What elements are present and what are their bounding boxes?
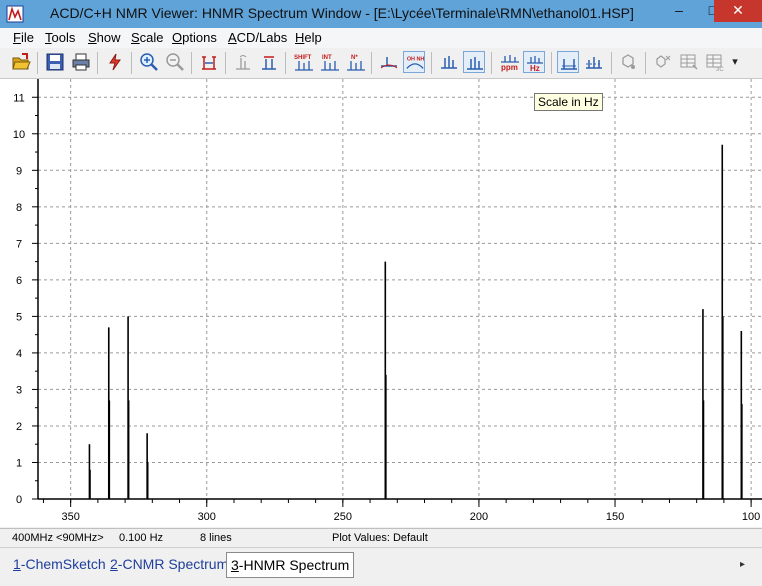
svg-text:OH NH: OH NH: [407, 56, 425, 62]
toolbar-separator: [371, 52, 372, 74]
tab-hnmr-spectrum[interactable]: 3-HNMR Spectrum: [226, 552, 355, 578]
nmr-viewer-window: ACD/C+H NMR Viewer: HNMR Spectrum Window…: [0, 0, 762, 586]
integral-icon[interactable]: [232, 51, 254, 73]
y-tick-label: 11: [13, 92, 24, 104]
y-tick-label: 6: [16, 275, 22, 287]
menu-options[interactable]: Options: [172, 30, 217, 45]
y-tick-label: 4: [16, 348, 22, 360]
int-label-icon[interactable]: INT: [318, 51, 340, 73]
status-frequency: 400MHz <90MHz>: [12, 532, 104, 544]
y-tick-label: 3: [16, 384, 22, 396]
toolbar-separator: [285, 52, 286, 74]
nh-label-icon[interactable]: N*: [344, 51, 366, 73]
peaks-icon[interactable]: [438, 51, 460, 73]
tab-number: 3: [231, 557, 239, 573]
status-plot-values: Plot Values: Default: [332, 532, 428, 544]
shift-label-icon[interactable]: SHIFT: [292, 51, 314, 73]
save-icon[interactable]: [44, 51, 66, 73]
title-bar[interactable]: ACD/C+H NMR Viewer: HNMR Spectrum Window…: [0, 0, 762, 28]
hz-scale-icon[interactable]: Hz: [523, 51, 545, 73]
toolbar-separator: [225, 52, 226, 74]
menu-file[interactable]: File: [13, 30, 34, 45]
svg-text:ppm: ppm: [501, 63, 518, 72]
status-bar: 400MHz <90MHz> 0.100 Hz 8 lines Plot Val…: [0, 528, 762, 547]
plot-background: [0, 79, 762, 527]
toolbar-separator: [491, 52, 492, 74]
open-folder-icon[interactable]: [10, 51, 32, 73]
menu-scale[interactable]: Scale: [131, 30, 164, 45]
menu-help[interactable]: Help: [295, 30, 322, 45]
tab-cnmr-spectrum[interactable]: 2-CNMR Spectrum: [106, 552, 232, 576]
x-tick-label: 350: [61, 511, 79, 523]
toolbar-overflow-icon[interactable]: ▾: [729, 51, 741, 73]
peaks-pressed-icon[interactable]: [463, 51, 485, 73]
nmr-spectrum-plot[interactable]: 0 1 2 3 4 5 6 7 8 9 10 11 350 300 250 200 150 100: [0, 79, 762, 527]
molecule-icon[interactable]: [617, 51, 639, 73]
tab-number: 1: [13, 556, 21, 572]
y-tick-label: 5: [16, 311, 22, 323]
scale-tooltip: Scale in Hz: [534, 93, 603, 111]
oh-nh-icon[interactable]: OH NH: [403, 51, 425, 73]
tab-label: -HNMR Spectrum: [238, 557, 350, 573]
tab-number: 2: [110, 556, 118, 572]
table-export-icon[interactable]: 3C: [704, 51, 726, 73]
svg-text:INT: INT: [322, 55, 332, 61]
toolbar-separator: [431, 52, 432, 74]
spectrum-icon[interactable]: [557, 51, 579, 73]
tab-label: -CNMR Spectrum: [117, 556, 229, 572]
baseline-icon[interactable]: [378, 51, 400, 73]
full-view-icon[interactable]: [198, 51, 220, 73]
x-tick-label: 100: [742, 511, 760, 523]
y-tick-label: 0: [16, 494, 22, 506]
toolbar-separator: [37, 52, 38, 74]
svg-text:N*: N*: [351, 55, 358, 61]
menu-tools[interactable]: Tools: [45, 30, 75, 45]
tabs-scroll-arrow-icon[interactable]: ▸: [740, 559, 745, 570]
y-ruler-background: [0, 79, 38, 499]
toolbar-separator: [131, 52, 132, 74]
svg-text:Hz: Hz: [530, 64, 540, 73]
tab-label: -ChemSketch: [20, 556, 106, 572]
toolbar-separator: [97, 52, 98, 74]
acd-app-icon: [6, 5, 24, 23]
toolbar-separator: [645, 52, 646, 74]
coupling-icon[interactable]: [258, 51, 280, 73]
y-tick-label: 7: [16, 238, 22, 250]
document-tabs: 1-ChemSketch 2-CNMR Spectrum 3-HNMR Spec…: [0, 547, 762, 586]
toolbar: SHIFT INT N* OH NH ppm Hz 3C ▾: [0, 48, 762, 79]
x-tick-label: 200: [470, 511, 488, 523]
y-tick-label: 8: [16, 202, 22, 214]
tab-chemsketch[interactable]: 1-ChemSketch: [9, 552, 110, 576]
y-tick-label: 9: [16, 165, 22, 177]
svg-text:3C: 3C: [716, 67, 724, 72]
toolbar-separator: [611, 52, 612, 74]
y-tick-label: 2: [16, 421, 22, 433]
x-tick-label: 300: [198, 511, 216, 523]
close-button[interactable]: ✕: [714, 0, 762, 22]
print-icon[interactable]: [70, 51, 92, 73]
menu-bar: File Tools Show Scale Options ACD/Labs H…: [0, 28, 762, 48]
toolbar-separator: [551, 52, 552, 74]
y-tick-label: 1: [16, 457, 22, 469]
menu-acdlabs[interactable]: ACD/Labs: [228, 30, 287, 45]
menu-show[interactable]: Show: [88, 30, 121, 45]
table-icon[interactable]: [678, 51, 700, 73]
window-title: ACD/C+H NMR Viewer: HNMR Spectrum Window…: [50, 5, 634, 21]
y-tick-label: 10: [13, 129, 25, 141]
ppm-scale-icon[interactable]: ppm: [498, 51, 520, 73]
lightning-icon[interactable]: [104, 51, 126, 73]
x-tick-label: 150: [606, 511, 624, 523]
zoom-out-icon[interactable]: [164, 51, 186, 73]
assign-icon[interactable]: [652, 51, 674, 73]
zoom-in-icon[interactable]: [138, 51, 160, 73]
spectrum-grid-icon[interactable]: [583, 51, 605, 73]
status-lines: 8 lines: [200, 532, 232, 544]
minimize-button[interactable]: –: [662, 0, 696, 22]
x-tick-label: 250: [334, 511, 352, 523]
svg-text:SHIFT: SHIFT: [294, 55, 312, 61]
status-resolution: 0.100 Hz: [119, 532, 164, 544]
toolbar-separator: [191, 52, 192, 74]
